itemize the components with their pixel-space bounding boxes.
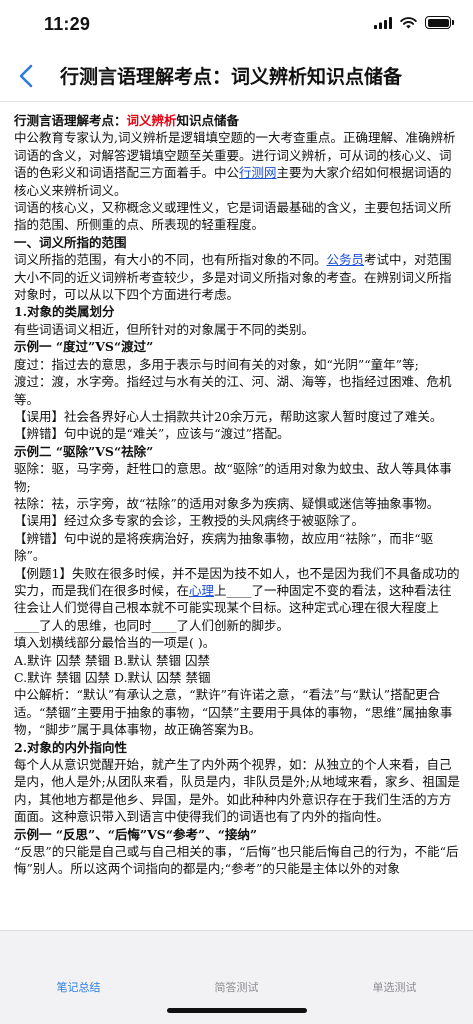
- back-button[interactable]: [8, 60, 44, 92]
- paragraph: 有些词语词义相近，但所针对的对象属于不同的类别。: [14, 321, 315, 337]
- link-xinli[interactable]: 心理: [189, 583, 214, 598]
- navigation-bar: 行测言语理解考点：词义辨析知识点储备: [0, 50, 473, 102]
- paragraph: 【辨错】句中说的是将疾病治好，疾病为抽象事物，故应用“祛除”，而非“驱除”。: [14, 530, 434, 564]
- tab-notes-summary[interactable]: 笔记总结: [0, 979, 157, 995]
- paragraph: 祛除：祛，示字旁，故“祛除”的适用对象多为疾病、疑惧或迷信等抽象事物。: [14, 495, 440, 511]
- paragraph: 【误用】经过众多专家的会诊，王教授的头风病终于被驱除了。: [14, 513, 365, 529]
- chevron-left-icon: [19, 64, 33, 88]
- section-heading: 一、词义所指的范围: [14, 234, 127, 250]
- cellular-signal-icon: [374, 16, 392, 29]
- article-title-highlight: 词义辨析: [126, 113, 177, 128]
- tab-short-answer-test[interactable]: 简答测试: [158, 979, 315, 995]
- paragraph: 驱除：驱，马字旁，赶牲口的意思。故“驱除”的适用对象为蚊虫、敌人等具体事物;: [14, 461, 452, 494]
- link-xingce[interactable]: 行测网: [239, 165, 277, 180]
- home-indicator: [167, 1008, 307, 1013]
- link-gongwuyuan[interactable]: 公务员: [327, 252, 365, 267]
- analysis: 中公解析：“默认”有承认之意，“默许”有许诺之意，“看法”与“默认”搭配更合适。…: [14, 687, 453, 738]
- page-title: 行测言语理解考点：词义辨析知识点储备: [60, 66, 403, 88]
- article-title: 行测言语理解考点：词义辨析知识点储备: [14, 113, 240, 128]
- wifi-icon: [400, 16, 417, 28]
- paragraph: 词义所指的范围，有大小的不同，也有所指对象的不同。公务员考试中，对范围大小不同的…: [14, 252, 452, 303]
- status-time: 11:29: [44, 14, 91, 34]
- status-bar: 11:29: [0, 0, 473, 50]
- example-heading: 示例二 “驱除”VS“祛除”: [14, 443, 154, 459]
- example-heading: 示例一 “度过”VS“渡过”: [14, 339, 154, 355]
- paragraph: 【辨错】句中说的是“难关”，应该与“渡过”搭配。: [14, 426, 290, 442]
- paragraph: 词语的核心义，又称概念义或理性义，它是词语最基础的含义，主要包括词义所指的范围、…: [14, 200, 452, 233]
- question-prompt: 填入划横线部分最恰当的一项是( )。: [14, 635, 216, 651]
- question-options: A.默许 囚禁 禁锢 B.默认 禁锢 囚禁: [14, 652, 211, 668]
- paragraph: 每个人从意识觉醒开始，就产生了内外两个视界，如：从独立的个人来看，自己是内，他人…: [14, 757, 460, 825]
- article-body: 行测言语理解考点：词义辨析知识点储备 中公教育专家认为,词义辨析是逻辑填空题的一…: [14, 112, 460, 932]
- paragraph: 渡过：渡，水字旁。指经过与水有关的江、河、湖、海等，也指经过困难、危机等。: [14, 374, 452, 407]
- example-heading: 示例一 “反思”、“后悔”VS“参考”、“接纳”: [14, 826, 258, 842]
- question-options: C.默许 禁锢 囚禁 D.默认 囚禁 禁锢: [14, 670, 211, 685]
- battery-icon: [425, 16, 454, 29]
- paragraph: 【误用】社会各界好心人士捐款共计20余万元，帮助这家人暂时度过了难关。: [14, 408, 443, 424]
- tab-single-choice-test[interactable]: 单选测试: [316, 979, 473, 995]
- question-paragraph: 【例题1】失败在很多时候，并不是因为技不如人，也不是因为我们不具备成功的实力，而…: [14, 565, 460, 633]
- subsection-heading: 1.对象的类属划分: [14, 304, 115, 320]
- paragraph: 中公教育专家认为,词义辨析是逻辑填空题的一大考查重点。正确理解、准确辨析词语的含…: [14, 130, 456, 198]
- status-icons: [374, 16, 454, 29]
- paragraph: “反思”的只能是自己或与自己相关的事，“后悔”也只能后悔自己的行为，不能“后悔”…: [14, 844, 459, 877]
- paragraph: 度过：指过去的意思，多用于表示与时间有关的对象，如“光阴”“童年”等;: [14, 356, 419, 372]
- subsection-heading: 2.对象的内外指向性: [14, 739, 128, 755]
